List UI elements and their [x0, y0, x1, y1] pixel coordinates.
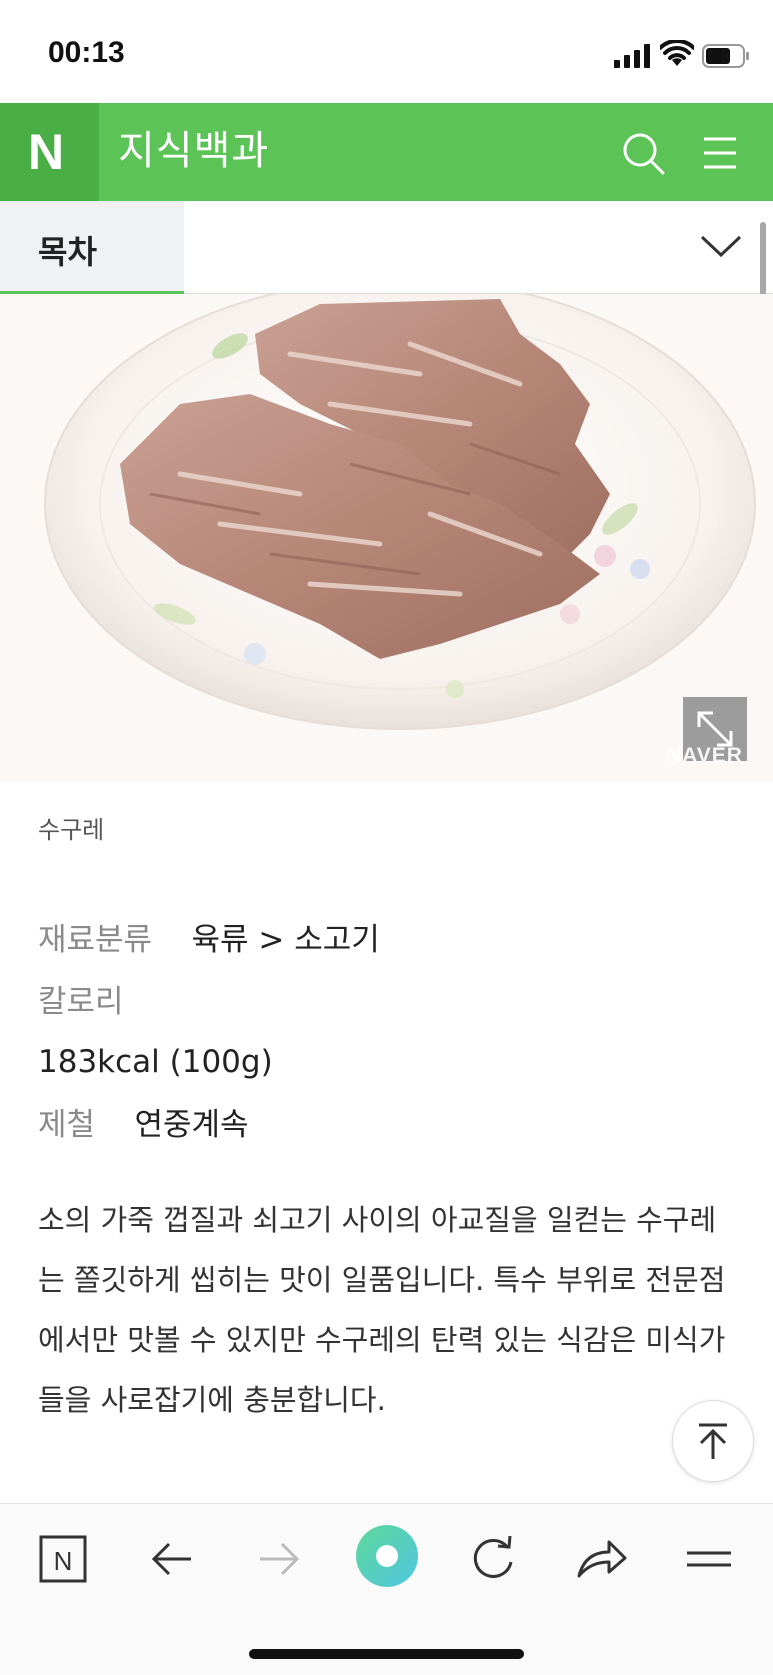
browser-toolbar: N — [0, 1503, 773, 1675]
image-caption: 수구레 — [38, 816, 105, 844]
refresh-icon — [473, 1535, 513, 1578]
naver-watermark: NAVER — [666, 744, 743, 767]
naver-home-button[interactable]: N — [28, 1526, 98, 1592]
back-arrow-icon — [151, 1542, 191, 1576]
category-label: 재료분류 — [38, 922, 153, 958]
home-letter: N — [54, 1546, 73, 1576]
share-icon — [577, 1540, 627, 1578]
food-photo[interactable] — [0, 294, 773, 782]
info-calorie-value-row: 183kcal (100g) — [38, 1040, 273, 1084]
refresh-button[interactable] — [458, 1526, 528, 1592]
share-button[interactable] — [565, 1526, 635, 1592]
toc-tab[interactable]: 목차 — [0, 201, 184, 294]
battery-icon — [702, 44, 749, 68]
info-season-row: 제철 연중계속 — [38, 1103, 249, 1147]
search-icon[interactable] — [620, 130, 666, 176]
naver-logo-letter: N — [28, 124, 65, 180]
signal-icon — [614, 44, 650, 68]
toc-bar: 목차 — [0, 201, 773, 294]
food-photo-illustration — [0, 294, 773, 782]
app-header: N 지식백과 — [0, 103, 773, 201]
green-dot-button[interactable] — [351, 1520, 423, 1592]
hamburger-menu-icon[interactable] — [700, 133, 740, 173]
page-title[interactable]: 지식백과 — [118, 123, 269, 179]
naver-logo[interactable]: N — [0, 103, 99, 201]
description-paragraph: 소의 가죽 껍질과 쇠고기 사이의 아교질을 일컫는 수구레는 쫄깃하게 씹히는… — [38, 1203, 726, 1417]
status-bar: 00:13 — [0, 0, 773, 103]
category-value[interactable]: 육류 > 소고기 — [192, 922, 380, 958]
season-value: 연중계속 — [134, 1107, 249, 1143]
season-label: 제철 — [38, 1107, 96, 1143]
forward-button[interactable] — [244, 1526, 314, 1592]
menu-icon — [687, 1551, 731, 1567]
chevron-down-icon[interactable] — [698, 231, 744, 261]
info-category-row: 재료분류 육류 > 소고기 — [38, 918, 380, 962]
scroll-to-top-button[interactable] — [672, 1400, 754, 1482]
status-time: 00:13 — [48, 36, 125, 69]
back-button[interactable] — [137, 1526, 207, 1592]
calorie-value: 183kcal (100g) — [38, 1044, 273, 1080]
info-calorie-row: 칼로리 — [38, 980, 124, 1024]
toc-label: 목차 — [38, 233, 97, 271]
arrow-up-icon — [699, 1423, 727, 1459]
green-dot-icon — [356, 1525, 418, 1587]
forward-arrow-icon — [260, 1542, 300, 1576]
menu-button[interactable] — [673, 1526, 743, 1592]
calorie-label: 칼로리 — [38, 984, 124, 1020]
home-indicator[interactable] — [249, 1649, 524, 1659]
naver-home-icon: N — [39, 1535, 87, 1583]
wifi-icon — [660, 40, 694, 66]
